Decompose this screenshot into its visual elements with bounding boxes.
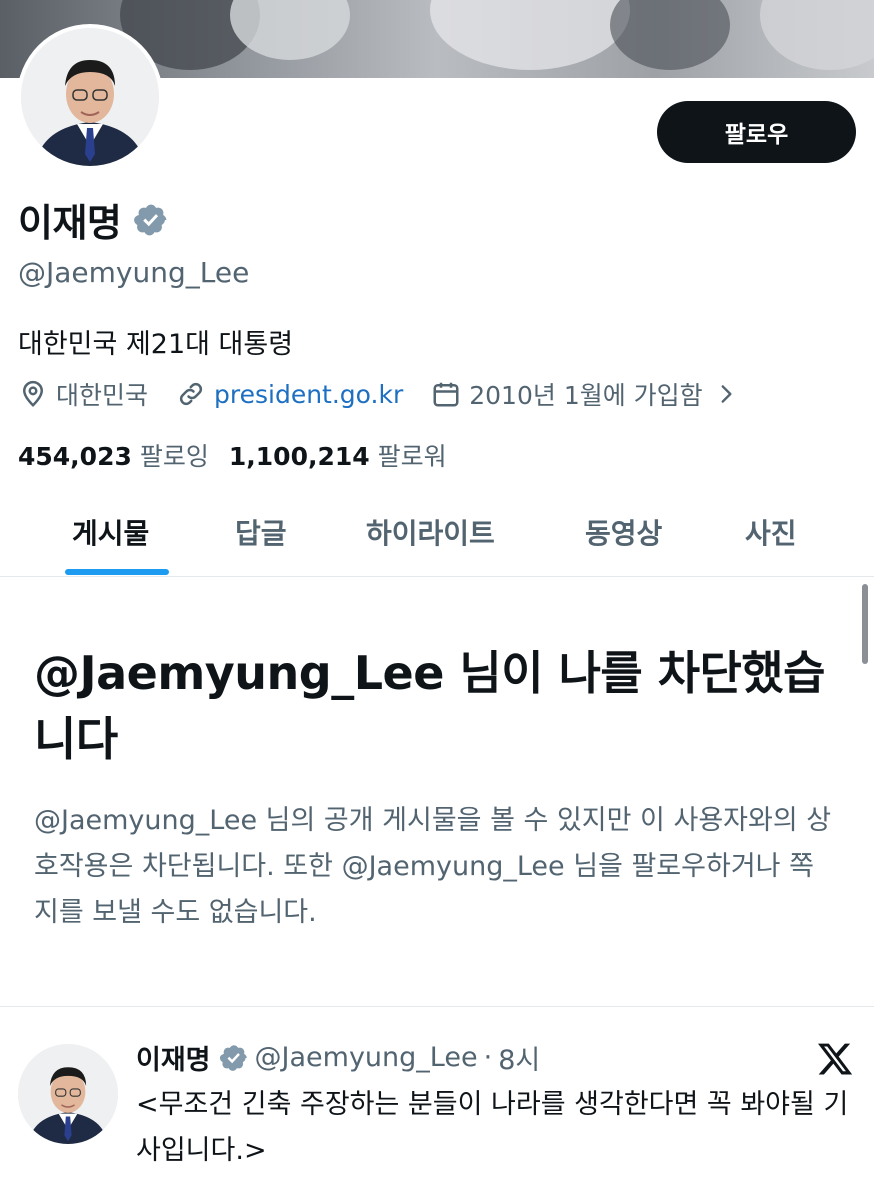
tabs-divider: [0, 576, 874, 577]
section-divider: [0, 1006, 874, 1007]
verified-badge-icon[interactable]: [133, 202, 169, 238]
location-text: 대한민국: [56, 381, 149, 410]
tweet-author-avatar[interactable]: [18, 1044, 118, 1144]
follow-button[interactable]: 팔로우: [657, 101, 856, 163]
profile-avatar[interactable]: [17, 24, 163, 170]
scrollbar[interactable]: [862, 584, 868, 664]
avatar: [21, 28, 159, 166]
active-tab-indicator: [65, 569, 169, 575]
blocked-description: @Jaemyung_Lee 님의 공개 게시물을 볼 수 있지만 이 사용자와의…: [34, 805, 832, 928]
location-item: 대한민국: [18, 376, 148, 412]
tweet-header: 이재명 @Jaemyung_Lee · 8시: [136, 1038, 540, 1077]
portrait-image: [21, 28, 159, 166]
follow-counts: 454,023 팔로잉 1,100,214 팔로워: [18, 437, 447, 473]
profile-tabs: 게시물 답글 하이라이트 동영상 사진: [0, 488, 874, 576]
joined-item[interactable]: 2010년 1월에 가입함: [431, 376, 738, 412]
tweet-author-handle[interactable]: @Jaemyung_Lee: [255, 1042, 478, 1073]
tab-highlights[interactable]: 하이라이트: [366, 488, 495, 576]
display-name: 이재명: [18, 201, 122, 245]
tweet-author-name[interactable]: 이재명: [136, 1038, 211, 1077]
tweet-separator: ·: [483, 1042, 493, 1073]
website-item[interactable]: president.go.kr: [176, 379, 403, 409]
tab-replies[interactable]: 답글: [235, 488, 287, 576]
verified-badge-icon: [219, 1044, 247, 1071]
following-count: 454,023: [18, 442, 132, 471]
profile-handle: @Jaemyung_Lee: [18, 256, 250, 289]
following-link[interactable]: 454,023 팔로잉: [18, 437, 209, 473]
profile-name-row: 이재명: [18, 192, 169, 247]
blocked-title: @Jaemyung_Lee 님이 나를 차단했습니다: [34, 646, 826, 766]
portrait-image: [18, 1044, 118, 1144]
tweet-text: <무조건 긴축 주장하는 분들이 나라를 생각한다면 꼭 봐야될 기사입니다.>: [136, 1089, 849, 1166]
tab-photos[interactable]: 사진: [745, 488, 797, 576]
tab-posts[interactable]: 게시물: [72, 488, 149, 576]
calendar-icon: [433, 382, 459, 407]
followers-link[interactable]: 1,100,214 팔로워: [229, 437, 447, 473]
profile-bio: 대한민국 제21대 대통령: [18, 329, 294, 360]
profile-meta: 대한민국 president.go.kr 2010년 1월에 가입함: [18, 376, 739, 412]
tab-videos[interactable]: 동영상: [585, 488, 662, 576]
joined-text: 2010년 1월에 가입함: [469, 381, 703, 410]
location-pin-icon: [22, 380, 44, 407]
chevron-right-icon[interactable]: [713, 381, 739, 407]
followers-label: 팔로워: [377, 442, 447, 471]
website-link[interactable]: president.go.kr: [214, 380, 403, 409]
followers-count: 1,100,214: [228, 442, 370, 471]
link-icon: [179, 382, 203, 406]
x-logo-icon: [817, 1043, 853, 1075]
following-label: 팔로잉: [139, 442, 209, 471]
tweet-timestamp[interactable]: 8시: [498, 1038, 540, 1077]
